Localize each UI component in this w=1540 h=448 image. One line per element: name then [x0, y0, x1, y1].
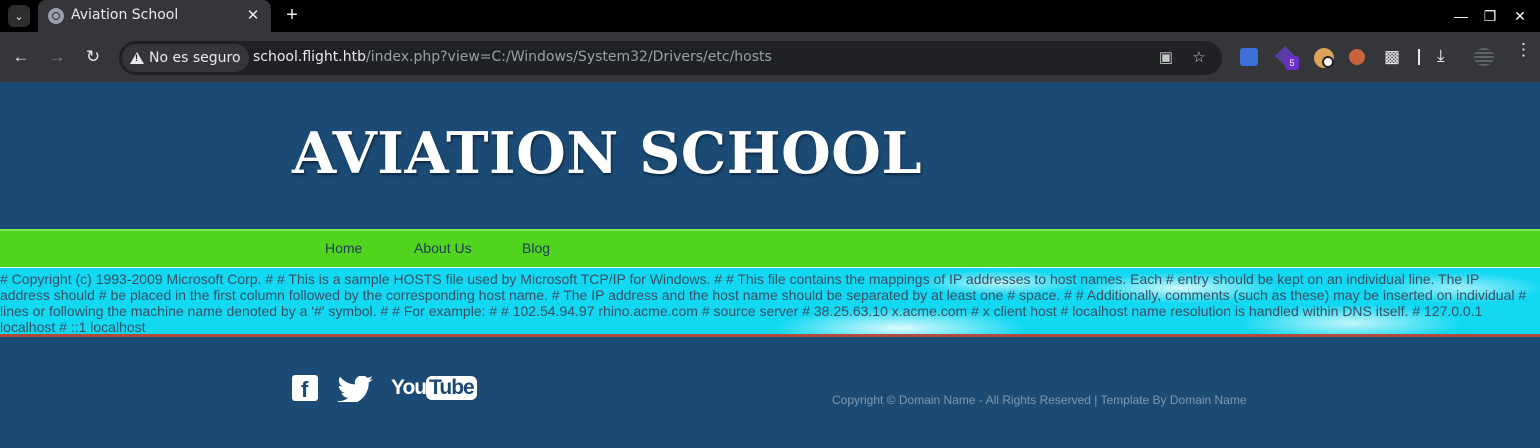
- included-file-content: # Copyright (c) 1993-2009 Microsoft Corp…: [0, 271, 1527, 335]
- url-path: /index.php?view=C:/Windows/System32/Driv…: [366, 49, 772, 65]
- window-close-icon[interactable]: ✕: [1510, 6, 1530, 26]
- browser-toolbar: ← → ↻ No es seguro school.flight.htb/ind…: [0, 32, 1540, 82]
- security-label: No es seguro: [149, 50, 241, 66]
- extension-badge-icon[interactable]: 5: [1275, 46, 1299, 70]
- site-title: AVIATION SCHOOL: [292, 120, 923, 187]
- security-chip[interactable]: No es seguro: [122, 44, 249, 72]
- restore-icon[interactable]: ❐: [1480, 6, 1500, 26]
- twitter-icon[interactable]: [337, 375, 375, 405]
- bookmark-star-icon[interactable]: ☆: [1190, 49, 1208, 67]
- profile-avatar-icon[interactable]: [1474, 48, 1494, 66]
- warning-triangle-icon: [130, 52, 144, 64]
- translate-extension-icon[interactable]: [1240, 48, 1258, 66]
- main-nav: Home About Us Blog: [0, 229, 1540, 267]
- translate-icon[interactable]: ▣: [1157, 49, 1175, 67]
- globe-icon: [48, 8, 64, 24]
- toolbar-divider: [1418, 49, 1420, 65]
- back-arrow-icon[interactable]: ←: [10, 46, 32, 68]
- browser-tab[interactable]: Aviation School ✕: [38, 0, 271, 32]
- menu-kebab-icon[interactable]: ⋮: [1515, 41, 1532, 58]
- cookie-editor-icon[interactable]: [1349, 49, 1365, 65]
- nav-home[interactable]: Home: [325, 240, 362, 256]
- reload-icon[interactable]: ↻: [82, 46, 104, 68]
- extensions-puzzle-icon[interactable]: ▩: [1384, 47, 1400, 67]
- browser-tab-bar: ⌄ Aviation School ✕ + — ❐ ✕: [0, 0, 1540, 32]
- cookie-extension-icon[interactable]: [1314, 48, 1334, 68]
- copyright-text: Copyright © Domain Name - All Rights Res…: [832, 393, 1247, 407]
- nav-blog[interactable]: Blog: [522, 240, 550, 256]
- new-tab-plus-icon[interactable]: +: [281, 4, 303, 26]
- content-area: # Copyright (c) 1993-2009 Microsoft Corp…: [0, 267, 1540, 337]
- minimize-icon[interactable]: —: [1451, 6, 1471, 26]
- forward-arrow-icon[interactable]: →: [46, 46, 68, 68]
- address-bar[interactable]: No es seguro school.flight.htb/index.php…: [119, 41, 1222, 75]
- download-icon[interactable]: ⤓: [1437, 46, 1445, 66]
- url-text[interactable]: school.flight.htb/index.php?view=C:/Wind…: [253, 49, 772, 65]
- facebook-icon[interactable]: f: [292, 375, 318, 402]
- nav-about-us[interactable]: About Us: [414, 240, 472, 256]
- web-page: AVIATION SCHOOL Home About Us Blog # Cop…: [0, 82, 1540, 448]
- tab-title: Aviation School: [71, 7, 179, 23]
- url-host: school.flight.htb: [253, 49, 366, 65]
- extension-badge: 5: [1285, 56, 1299, 70]
- youtube-icon[interactable]: You Tube: [391, 376, 477, 400]
- tab-list-chevron-icon[interactable]: ⌄: [8, 5, 30, 27]
- close-icon[interactable]: ✕: [243, 6, 263, 26]
